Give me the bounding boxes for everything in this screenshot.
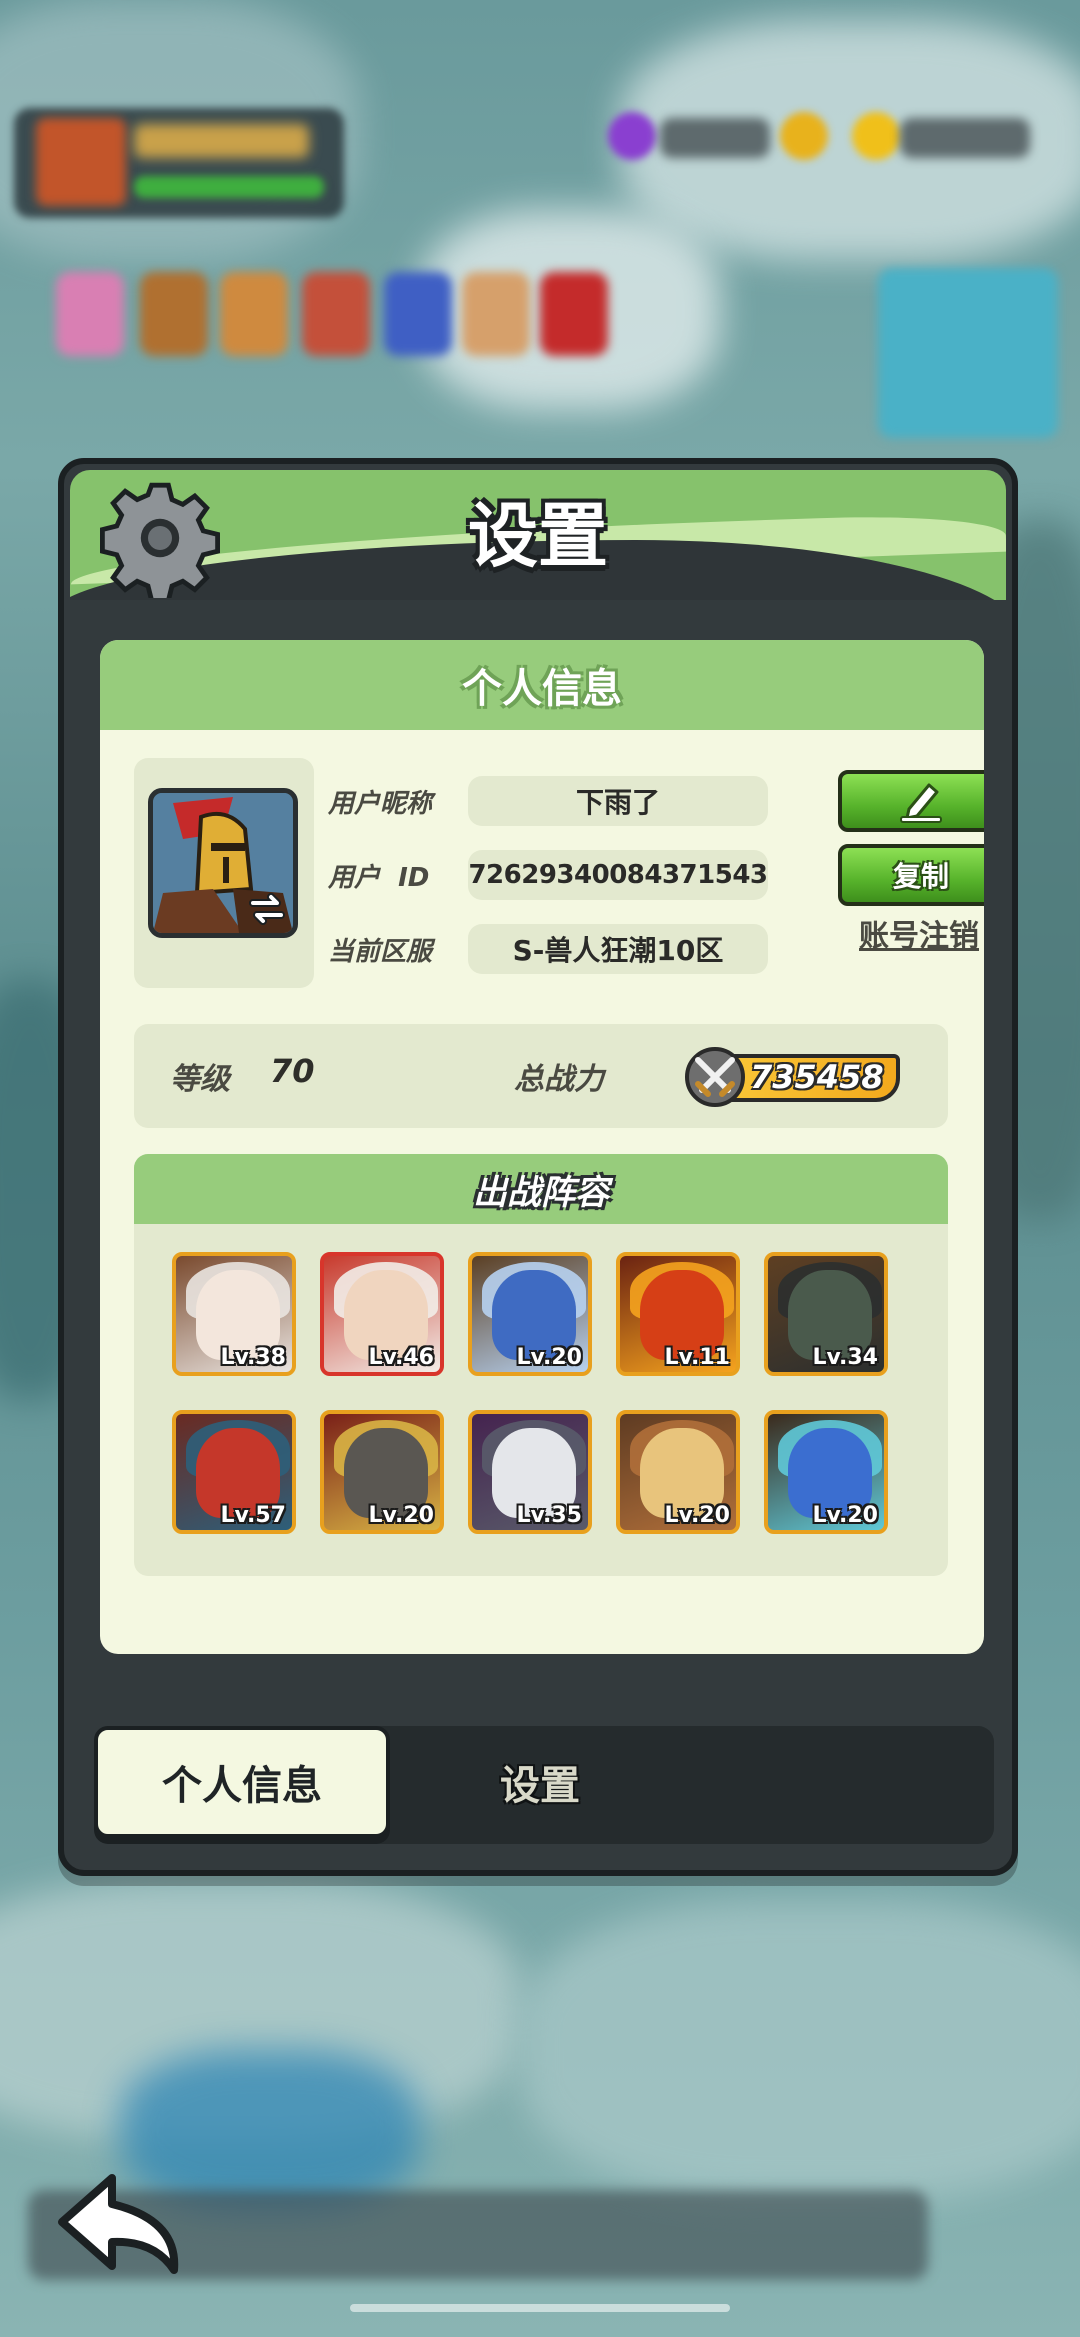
back-arrow-icon[interactable] (54, 2170, 194, 2280)
stats-bar: 等级 70 总战力 735458 (134, 1024, 948, 1128)
sword-icon (685, 1047, 745, 1107)
hero-card[interactable]: Lv.57 (172, 1410, 296, 1534)
panel-title: 个人信息 (462, 666, 622, 712)
hero-card[interactable]: Lv.46 (320, 1252, 444, 1376)
server-label: 当前区服 (328, 936, 433, 967)
edit-icon (900, 783, 942, 823)
avatar[interactable] (148, 788, 298, 938)
personal-info-panel: 个人信息 用户昵称 下雨了 用户 ID 72629340084371543 复制… (100, 640, 984, 1654)
hero-level: Lv.46 (368, 1345, 434, 1370)
dialog-title: 设置 (468, 495, 608, 577)
level-value: 70 (270, 1052, 315, 1090)
server-value: S-兽人狂潮10区 (468, 924, 768, 974)
hero-grid: Lv.38 Lv.46 Lv.20 Lv.11 Lv.34 Lv.57 Lv.20 Lv.35… (172, 1252, 888, 1534)
user-id-label: 用户 ID (328, 862, 430, 893)
copy-id-button[interactable]: 复制 (838, 844, 984, 906)
nickname-row: 用户昵称 下雨了 (328, 776, 768, 826)
battle-lineup: 出战阵容 Lv.38 Lv.46 Lv.20 Lv.11 Lv.34 Lv.57 Lv.20… (134, 1154, 948, 1576)
hero-card[interactable]: Lv.20 (320, 1410, 444, 1534)
profile-card (134, 758, 314, 988)
hero-card[interactable]: Lv.20 (468, 1252, 592, 1376)
lineup-title: 出战阵容 (473, 1172, 609, 1213)
hero-level: Lv.20 (516, 1345, 582, 1370)
hero-level: Lv.57 (220, 1503, 286, 1528)
hero-level: Lv.11 (664, 1345, 730, 1370)
hero-card[interactable]: Lv.20 (764, 1410, 888, 1534)
dialog-header: 设置 (70, 470, 1006, 600)
hero-level: Lv.35 (516, 1503, 582, 1528)
hero-card[interactable]: Lv.20 (616, 1410, 740, 1534)
level-label: 等级 (170, 1062, 230, 1097)
panel-header: 个人信息 (100, 640, 984, 730)
hero-card[interactable]: Lv.35 (468, 1410, 592, 1534)
hero-card[interactable]: Lv.34 (764, 1252, 888, 1376)
tab-bar: 设置 个人信息 (94, 1726, 994, 1844)
tab-personal-info[interactable]: 个人信息 (94, 1726, 390, 1838)
user-id-row: 用户 ID 72629340084371543 (328, 850, 768, 900)
hero-card[interactable]: Lv.38 (172, 1252, 296, 1376)
edit-nickname-button[interactable] (838, 770, 984, 832)
hero-level: Lv.34 (812, 1345, 878, 1370)
hero-level: Lv.38 (220, 1345, 286, 1370)
delete-account-link[interactable]: 账号注销 (836, 908, 984, 958)
hero-level: Lv.20 (812, 1503, 878, 1528)
server-row: 当前区服 S-兽人狂潮10区 (328, 924, 768, 974)
hero-level: Lv.20 (664, 1503, 730, 1528)
home-indicator[interactable] (350, 2304, 730, 2312)
tab-settings[interactable]: 设置 (390, 1726, 690, 1838)
nickname-value: 下雨了 (468, 776, 768, 826)
user-id-value: 72629340084371543 (468, 850, 768, 900)
lineup-header: 出战阵容 (134, 1154, 948, 1224)
hero-level: Lv.20 (368, 1503, 434, 1528)
power-value: 735458 (750, 1058, 884, 1096)
power-label: 总战力 (514, 1062, 604, 1097)
hero-card[interactable]: Lv.11 (616, 1252, 740, 1376)
settings-dialog: 设置 个人信息 用户昵称 下雨了 用户 ID 72629340084371543… (58, 458, 1018, 1876)
swap-icon[interactable] (247, 889, 287, 929)
power-badge: 735458 (684, 1047, 914, 1107)
nickname-label: 用户昵称 (328, 788, 433, 819)
